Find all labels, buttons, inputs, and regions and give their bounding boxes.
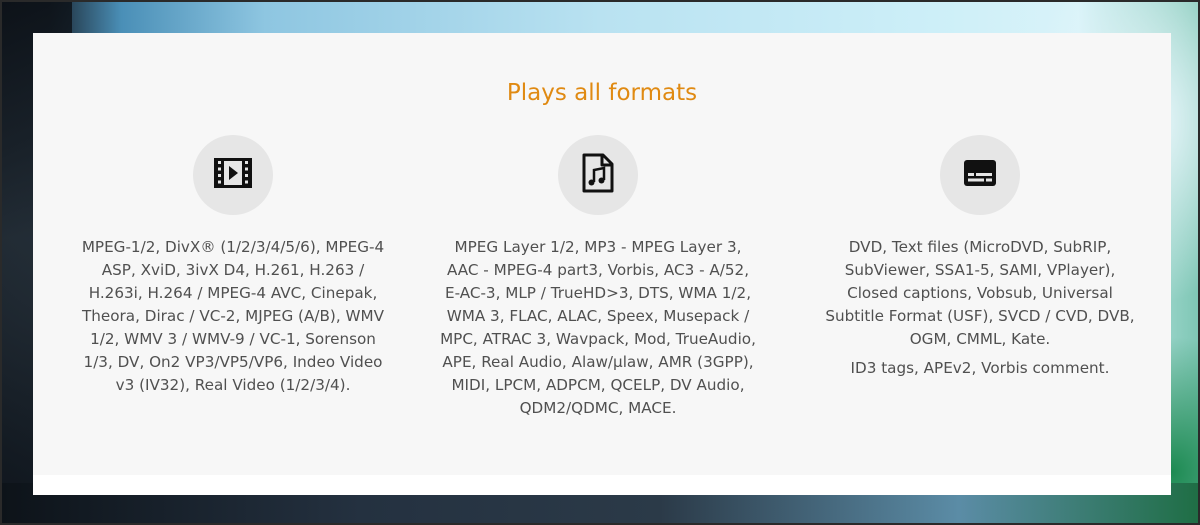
metadata-formats-text: ID3 tags, APEv2, Vorbis comment.	[850, 359, 1110, 377]
film-icon	[213, 157, 253, 193]
audio-formats-text: MPEG Layer 1/2, MP3 - MPEG Layer 3, AAC …	[440, 238, 756, 417]
video-formats-text: MPEG-1/2, DivX® (1/2/3/4/5/6), MPEG-4 AS…	[81, 238, 385, 394]
formats-panel: Plays all formats MPEG-1/2, DivX® (1/2/3…	[33, 33, 1171, 495]
audio-file-icon-circle	[558, 135, 638, 215]
subtitle-formats-column: DVD, Text files (MicroDVD, SubRIP, SubVi…	[815, 135, 1145, 380]
section-title: Plays all formats	[506, 80, 698, 106]
subtitle-formats-text: DVD, Text files (MicroDVD, SubRIP, SubVi…	[825, 238, 1135, 348]
subtitles-icon-circle	[940, 135, 1020, 215]
video-formats-column: MPEG-1/2, DivX® (1/2/3/4/5/6), MPEG-4 AS…	[68, 135, 398, 397]
audio-file-icon	[581, 153, 615, 197]
film-icon-circle	[193, 135, 273, 215]
page-frame: Plays all formats MPEG-1/2, DivX® (1/2/3…	[0, 0, 1200, 525]
subtitles-icon	[963, 159, 997, 191]
audio-formats-column: MPEG Layer 1/2, MP3 - MPEG Layer 3, AAC …	[433, 135, 763, 420]
